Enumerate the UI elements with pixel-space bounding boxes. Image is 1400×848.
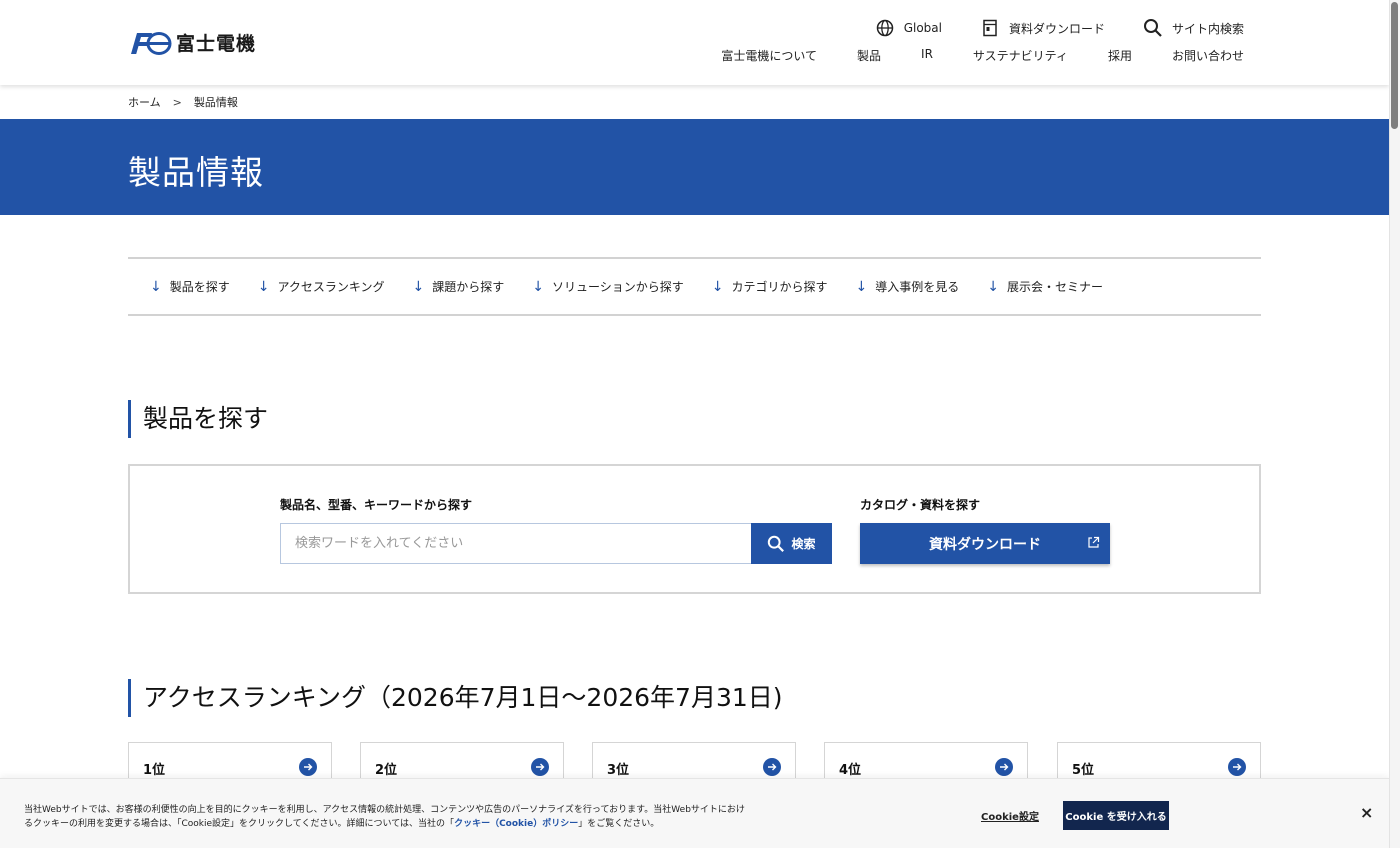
util-global[interactable]: Global [875, 17, 942, 39]
util-download[interactable]: 資料ダウンロード [980, 17, 1105, 39]
page-hero-banner: 製品情報 [0, 119, 1389, 215]
rank-label: 4位 [839, 763, 862, 778]
arrow-down-icon: ↓ [855, 278, 868, 295]
logo-text: 富士電機 [176, 33, 257, 55]
arrow-right-circle-icon [531, 758, 549, 776]
cookie-accept-button[interactable]: Cookie を受け入れる [1063, 801, 1169, 830]
arrow-right-circle-icon [1228, 758, 1246, 776]
anchor-by-category[interactable]: ↓ カテゴリから探す [712, 278, 828, 295]
keyword-search-input[interactable] [280, 523, 752, 564]
cookie-notice-text: 当社Webサイトでは、お客様の利便性の向上を目的にクッキーを利用し、アクセス情報… [24, 803, 774, 831]
arrow-down-icon: ↓ [532, 278, 545, 295]
catalog-search-label: カタログ・資料を探す [860, 498, 981, 512]
anchor-by-issue[interactable]: ↓ 課題から探す [413, 278, 505, 295]
nav-ir[interactable]: IR [921, 47, 933, 64]
search-button-label: 検索 [791, 537, 816, 551]
scrollbar-thumb[interactable] [1391, 2, 1398, 129]
anchor-label: アクセスランキング [277, 280, 385, 294]
site-header: 富士電機 Global 資料ダウンロード サイト内検索 富士電機について 製品 … [0, 0, 1389, 85]
breadcrumb-current: 製品情報 [193, 96, 238, 109]
page-scrollbar[interactable] [1389, 0, 1400, 848]
cookie-banner: 当社Webサイトでは、お客様の利便性の向上を目的にクッキーを利用し、アクセス情報… [0, 778, 1389, 848]
anchor-label: 導入事例を見る [875, 280, 960, 294]
external-link-icon [1088, 536, 1100, 548]
close-icon[interactable]: × [1360, 803, 1373, 822]
anchor-nav: ↓ 製品を探す ↓ アクセスランキング ↓ 課題から探す ↓ ソリューションから探す ↓… [128, 257, 1261, 316]
arrow-down-icon: ↓ [412, 278, 425, 295]
cookie-settings-button[interactable]: Cookie設定 [981, 808, 1039, 823]
arrow-right-circle-icon [763, 758, 781, 776]
cookie-text-line2-pre: るクッキーの利用を変更する場合は、「Cookie設定」をクリックしてください。詳… [24, 819, 455, 829]
anchor-label: 課題から探す [432, 280, 505, 294]
section-heading-access-ranking: アクセスランキング（2026年7月1日〜2026年7月31日) [128, 679, 783, 717]
anchor-case-studies[interactable]: ↓ 導入事例を見る [856, 278, 960, 295]
nav-sustainability[interactable]: サステナビリティ [973, 47, 1068, 64]
arrow-right-circle-icon [299, 758, 317, 776]
fuji-electric-logo[interactable]: 富士電機 [128, 29, 256, 56]
rank-label: 1位 [143, 763, 166, 778]
cookie-policy-link[interactable]: クッキー（Cookie）ポリシー [454, 819, 578, 829]
cookie-text-line1: 当社Webサイトでは、お客様の利便性の向上を目的にクッキーを利用し、アクセス情報… [24, 805, 745, 815]
arrow-down-icon: ↓ [150, 278, 162, 295]
util-site-search-label: サイト内検索 [1171, 21, 1244, 36]
rank-label: 5位 [1072, 763, 1095, 778]
product-search-panel: 製品名、型番、キーワードから探す 検索 カタログ・資料を探す 資料ダウンロード [128, 464, 1261, 594]
search-icon [1143, 19, 1162, 37]
search-button[interactable]: 検索 [751, 523, 832, 564]
keyword-search-label: 製品名、型番、キーワードから探す [280, 498, 473, 512]
nav-about[interactable]: 富士電機について [721, 47, 817, 64]
anchor-by-solution[interactable]: ↓ ソリューションから探す [532, 278, 684, 295]
util-global-label: Global [903, 21, 942, 35]
util-download-label: 資料ダウンロード [1008, 21, 1105, 36]
download-button-label: 資料ダウンロード [929, 536, 1041, 553]
breadcrumb: ホーム > 製品情報 [128, 94, 238, 110]
globe-icon [876, 19, 893, 37]
download-materials-button[interactable]: 資料ダウンロード [860, 523, 1110, 564]
main-nav: 富士電機について 製品 IR サステナビリティ 採用 お問い合わせ [681, 47, 1244, 64]
arrow-down-icon: ↓ [987, 278, 1000, 295]
rank-label: 2位 [375, 763, 398, 778]
arrow-down-icon: ↓ [257, 278, 270, 295]
document-icon [983, 19, 997, 37]
nav-contact[interactable]: お問い合わせ [1172, 47, 1244, 64]
section-heading-find-products: 製品を探す [128, 400, 268, 438]
anchor-label: ソリューションから探す [552, 280, 684, 294]
nav-recruit[interactable]: 採用 [1108, 47, 1132, 64]
fe-logo-mark-icon [131, 31, 172, 55]
rank-label: 3位 [607, 763, 630, 778]
anchor-find-products[interactable]: ↓ 製品を探す [150, 278, 230, 295]
page-title: 製品情報 [128, 153, 264, 192]
arrow-right-circle-icon [995, 758, 1013, 776]
cookie-text-line2-post: 」をご覧ください。 [578, 819, 660, 829]
nav-products[interactable]: 製品 [857, 47, 881, 64]
breadcrumb-home[interactable]: ホーム [128, 94, 161, 110]
search-icon [768, 535, 785, 552]
breadcrumb-separator-icon: > [172, 95, 182, 109]
utility-nav: Global 資料ダウンロード サイト内検索 [837, 17, 1244, 39]
arrow-down-icon: ↓ [711, 278, 724, 295]
anchor-access-ranking[interactable]: ↓ アクセスランキング [258, 278, 385, 295]
anchor-label: 製品を探す [169, 280, 230, 294]
util-site-search[interactable]: サイト内検索 [1143, 17, 1244, 39]
anchor-label: カテゴリから探す [731, 280, 828, 294]
anchor-events[interactable]: ↓ 展示会・セミナー [987, 278, 1103, 295]
anchor-label: 展示会・セミナー [1007, 280, 1104, 294]
